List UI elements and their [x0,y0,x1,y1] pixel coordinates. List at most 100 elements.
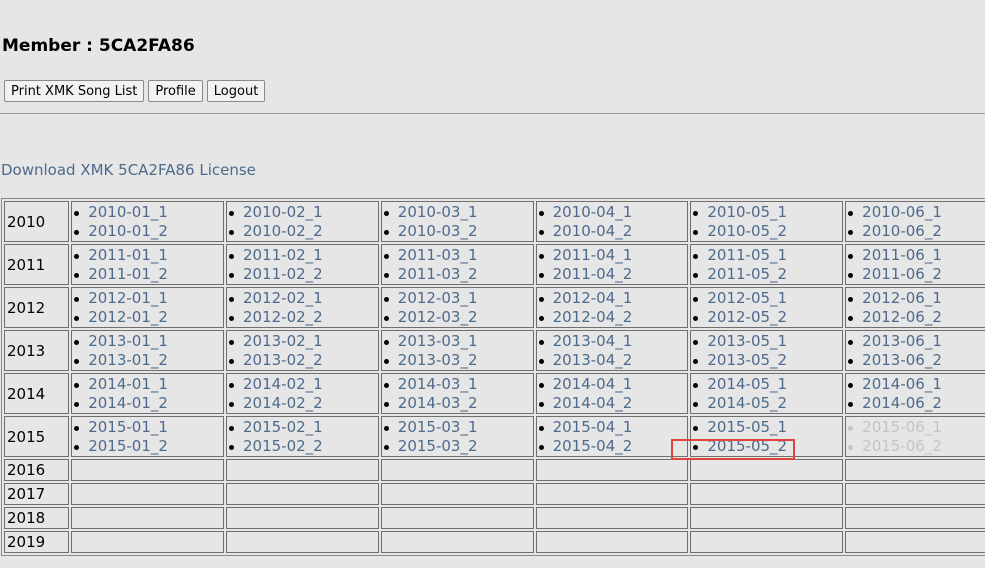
empty-month-cell [845,507,985,529]
month-link[interactable]: 2013-05_2 [707,351,787,369]
month-link[interactable]: 2010-03_1 [398,203,478,221]
empty-month-cell [845,531,985,553]
month-link[interactable]: 2015-05_2 [707,437,787,455]
month-link[interactable]: 2014-03_2 [398,394,478,412]
profile-button[interactable]: Profile [148,80,203,102]
month-link[interactable]: 2012-05_2 [707,308,787,326]
list-item: 2010-06_2 [846,222,985,241]
month-link[interactable]: 2011-01_1 [88,246,168,264]
month-link-list: 2015-03_1 2015-03_2 [382,418,533,456]
month-link[interactable]: 2012-05_1 [707,289,787,307]
month-link[interactable]: 2015-03_2 [398,437,478,455]
month-link[interactable]: 2014-02_1 [243,375,323,393]
empty-month-cell [225,459,379,481]
month-link[interactable]: 2014-01_1 [88,375,168,393]
month-link[interactable]: 2011-03_1 [398,246,478,264]
empty-month-cell [225,483,379,505]
month-link[interactable]: 2012-03_2 [398,308,478,326]
month-link[interactable]: 2011-05_1 [707,246,787,264]
month-link[interactable]: 2011-03_2 [398,265,478,283]
month-link[interactable]: 2012-03_1 [398,289,478,307]
month-link-list: 2012-01_1 2012-01_2 [72,289,223,327]
month-link[interactable]: 2013-06_2 [862,351,942,369]
month-link[interactable]: 2010-01_2 [88,222,168,240]
month-link[interactable]: 2012-04_2 [553,308,633,326]
month-link[interactable]: 2011-06_1 [862,246,942,264]
month-link[interactable]: 2013-06_1 [862,332,942,350]
month-link[interactable]: 2011-02_2 [243,265,323,283]
logout-button[interactable]: Logout [206,80,266,102]
month-link[interactable]: 2010-05_1 [707,203,787,221]
month-link[interactable]: 2012-01_2 [88,308,168,326]
month-link[interactable]: 2014-04_2 [553,394,633,412]
month-link[interactable]: 2011-01_2 [88,265,168,283]
print-song-list-button[interactable]: Print XMK Song List [4,80,145,102]
month-link-list: 2013-04_1 2013-04_2 [537,332,688,370]
list-item: 2010-03_1 [382,203,533,222]
month-link-list: 2013-05_1 2013-05_2 [691,332,842,370]
month-link[interactable]: 2015-04_2 [553,437,633,455]
month-link[interactable]: 2010-02_1 [243,203,323,221]
list-item: 2015-02_1 [227,418,378,437]
month-link[interactable]: 2011-04_1 [553,246,633,264]
month-link[interactable]: 2012-06_2 [862,308,942,326]
month-link[interactable]: 2010-01_1 [88,203,168,221]
month-link[interactable]: 2010-04_2 [553,222,633,240]
month-link[interactable]: 2013-03_1 [398,332,478,350]
year-label: 2018 [4,507,70,529]
toolbar: Print XMK Song List Profile Logout [4,80,266,102]
month-link[interactable]: 2015-02_1 [243,418,323,436]
month-link[interactable]: 2014-06_1 [862,375,942,393]
month-link[interactable]: 2014-01_2 [88,394,168,412]
month-link[interactable]: 2010-05_2 [707,222,787,240]
month-link[interactable]: 2012-06_1 [862,289,942,307]
month-link[interactable]: 2010-03_2 [398,222,478,240]
download-license-link[interactable]: Download XMK 5CA2FA86 License [1,161,256,179]
month-link[interactable]: 2014-03_1 [398,375,478,393]
month-link[interactable]: 2012-02_1 [243,289,323,307]
month-link[interactable]: 2011-04_2 [553,265,633,283]
month-cell: 2014-03_1 2014-03_2 [380,373,534,414]
month-link[interactable]: 2014-05_2 [707,394,787,412]
month-link[interactable]: 2011-02_1 [243,246,323,264]
month-link[interactable]: 2012-04_1 [553,289,633,307]
list-item: 2014-01_2 [72,394,223,413]
month-link[interactable]: 2015-04_1 [553,418,633,436]
list-item: 2014-05_1 [691,375,842,394]
month-link[interactable]: 2010-04_1 [553,203,633,221]
month-link[interactable]: 2014-04_1 [553,375,633,393]
month-link[interactable]: 2013-01_2 [88,351,168,369]
month-link[interactable]: 2010-06_1 [862,203,942,221]
grid-body: 2010 2010-01_1 2010-01_2 2010-02_1 2010-02_2… [4,201,985,553]
month-link[interactable]: 2013-04_1 [553,332,633,350]
month-link[interactable]: 2015-01_1 [88,418,168,436]
list-item: 2011-03_1 [382,246,533,265]
month-link[interactable]: 2011-05_2 [707,265,787,283]
month-cell: 2015-03_1 2015-03_2 [380,416,534,457]
month-link[interactable]: 2015-01_2 [88,437,168,455]
month-link[interactable]: 2013-02_2 [243,351,323,369]
list-item: 2013-06_2 [846,351,985,370]
month-link[interactable]: 2011-06_2 [862,265,942,283]
month-link[interactable]: 2013-03_2 [398,351,478,369]
month-link[interactable]: 2013-01_1 [88,332,168,350]
month-link-list: 2013-01_1 2013-01_2 [72,332,223,370]
month-link[interactable]: 2012-01_1 [88,289,168,307]
month-link[interactable]: 2015-05_1 [707,418,787,436]
month-link[interactable]: 2014-02_2 [243,394,323,412]
month-link[interactable]: 2010-02_2 [243,222,323,240]
month-link[interactable]: 2015-02_2 [243,437,323,455]
month-link[interactable]: 2014-05_1 [707,375,787,393]
page: Member : 5CA2FA86 Print XMK Song List Pr… [0,0,985,568]
empty-month-cell [535,531,689,553]
empty-month-cell [71,459,224,481]
list-item: 2015-03_1 [382,418,533,437]
month-link[interactable]: 2013-02_1 [243,332,323,350]
month-cell: 2013-01_1 2013-01_2 [71,330,224,371]
month-link[interactable]: 2010-06_2 [862,222,942,240]
month-link[interactable]: 2013-05_1 [707,332,787,350]
month-link[interactable]: 2013-04_2 [553,351,633,369]
month-link[interactable]: 2014-06_2 [862,394,942,412]
month-link[interactable]: 2012-02_2 [243,308,323,326]
month-link[interactable]: 2015-03_1 [398,418,478,436]
